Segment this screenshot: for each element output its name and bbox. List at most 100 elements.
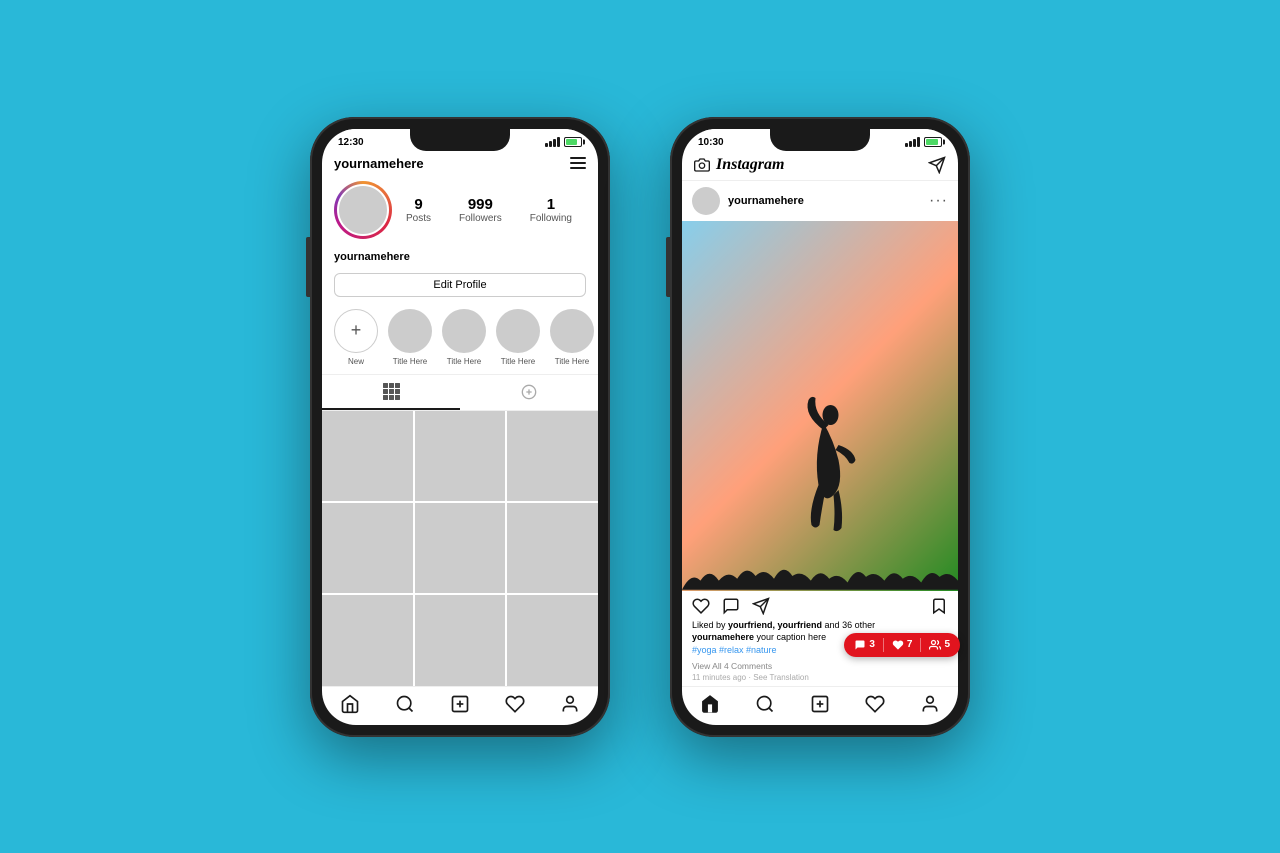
feed-header-icons <box>928 156 946 174</box>
story-2[interactable]: Title Here <box>442 309 486 366</box>
status-time-feed: 10:30 <box>698 137 724 148</box>
story-3-label: Title Here <box>501 357 535 366</box>
comment-button[interactable] <box>722 597 740 615</box>
see-translation[interactable]: · See Translation <box>746 673 809 682</box>
battery-icon <box>564 137 582 147</box>
bottom-nav-profile <box>322 686 598 725</box>
hashtags: #yoga #relax #nature <box>692 645 777 655</box>
photo-cell[interactable] <box>415 595 506 685</box>
profile-feed-nav-button[interactable] <box>919 693 941 715</box>
stories-row: + New Title Here Title Here Title Here T… <box>322 305 598 374</box>
profile-tabs <box>322 374 598 411</box>
caption-username[interactable]: yournamehere <box>692 632 754 642</box>
photo-cell[interactable] <box>322 595 413 685</box>
post-user-info: yournamehere <box>692 187 804 215</box>
follower-notif[interactable]: 5 <box>929 639 950 651</box>
photo-cell[interactable] <box>322 503 413 593</box>
story-2-label: Title Here <box>447 357 481 366</box>
heart-icon <box>505 694 525 714</box>
photo-cell[interactable] <box>507 595 598 685</box>
post-more-button[interactable]: ··· <box>929 192 948 210</box>
profile-header: yournamehere <box>322 152 598 177</box>
story-3[interactable]: Title Here <box>496 309 540 366</box>
followers-stat[interactable]: 999 Followers <box>459 196 502 224</box>
status-icons-feed <box>905 137 942 147</box>
comment-notif[interactable]: 3 <box>854 639 875 651</box>
photo-cell[interactable] <box>415 411 506 501</box>
post-image[interactable] <box>682 221 958 591</box>
edit-profile-button[interactable]: Edit Profile <box>334 273 586 297</box>
person-notif-icon <box>929 639 941 651</box>
caption-text: your caption here <box>754 632 826 642</box>
posts-count: 9 <box>414 196 422 213</box>
status-icons-profile <box>545 137 582 147</box>
story-1-label: Title Here <box>393 357 427 366</box>
bottom-nav-feed <box>682 686 958 725</box>
search-icon-feed <box>755 694 775 714</box>
search-nav-button[interactable] <box>394 693 416 715</box>
story-4[interactable]: Title Here <box>550 309 594 366</box>
add-nav-button[interactable] <box>449 693 471 715</box>
add-story-button[interactable]: + <box>334 309 378 353</box>
following-label: Following <box>530 213 572 224</box>
like-notif-count: 7 <box>907 639 913 650</box>
share-button[interactable] <box>752 597 770 615</box>
photo-cell[interactable] <box>322 411 413 501</box>
home-icon <box>340 694 360 714</box>
status-bar-profile: 12:30 <box>322 129 598 152</box>
post-username: yournamehere <box>728 195 804 207</box>
camera-icon[interactable] <box>694 157 710 173</box>
save-button[interactable] <box>930 597 948 615</box>
story-new[interactable]: + New <box>334 309 378 366</box>
instagram-logo: Instagram <box>716 156 784 174</box>
search-icon <box>395 694 415 714</box>
notification-bubble: 3 7 5 <box>844 633 958 657</box>
home-icon-feed <box>700 694 720 714</box>
profile-stats: 9 Posts 999 Followers 1 Following <box>392 196 586 224</box>
photo-cell[interactable] <box>507 411 598 501</box>
profile-nav-button[interactable] <box>559 693 581 715</box>
posts-label: Posts <box>406 213 431 224</box>
phone-feed-screen: 10:30 Instagram <box>682 129 958 725</box>
post-header: yournamehere ··· <box>682 181 958 221</box>
comment-notif-icon <box>854 639 866 651</box>
add-feed-nav-button[interactable] <box>809 693 831 715</box>
phone-feed: 10:30 Instagram <box>670 117 970 737</box>
following-count: 1 <box>547 196 555 213</box>
home-feed-nav-button[interactable] <box>699 693 721 715</box>
like-button[interactable] <box>692 597 710 615</box>
followers-label: Followers <box>459 213 502 224</box>
profile-name-row: yournamehere <box>322 247 598 273</box>
comment-notif-count: 3 <box>869 639 875 650</box>
story-4-label: Title Here <box>555 357 589 366</box>
person-icon <box>560 694 580 714</box>
signal-icon-feed <box>905 137 920 147</box>
search-feed-nav-button[interactable] <box>754 693 776 715</box>
grid-icon <box>383 383 400 400</box>
yoga-silhouette <box>804 395 859 535</box>
post-time: 11 minutes ago · See Translation <box>682 673 958 686</box>
home-nav-button[interactable] <box>339 693 361 715</box>
heart-icon-feed <box>865 694 885 714</box>
send-icon[interactable] <box>928 156 946 174</box>
menu-icon[interactable] <box>570 157 586 169</box>
like-notif[interactable]: 7 <box>892 639 913 651</box>
tab-tagged[interactable] <box>460 375 598 410</box>
story-1[interactable]: Title Here <box>388 309 432 366</box>
following-stat[interactable]: 1 Following <box>530 196 572 224</box>
photo-cell[interactable] <box>507 503 598 593</box>
posts-stat[interactable]: 9 Posts <box>406 196 431 224</box>
tab-grid[interactable] <box>322 375 460 410</box>
likes-nav-button[interactable] <box>504 693 526 715</box>
signal-icon <box>545 137 560 147</box>
view-comments-button[interactable]: View All 4 Comments <box>682 661 958 673</box>
feed-header: Instagram <box>682 152 958 181</box>
profile-name: yournamehere <box>334 251 410 263</box>
likes-feed-nav-button[interactable] <box>864 693 886 715</box>
photo-cell[interactable] <box>415 503 506 593</box>
post-actions-left <box>692 597 770 615</box>
battery-icon-feed <box>924 137 942 147</box>
profile-avatar[interactable] <box>334 181 392 239</box>
profile-username-top: yournamehere <box>334 156 424 171</box>
post-avatar[interactable] <box>692 187 720 215</box>
